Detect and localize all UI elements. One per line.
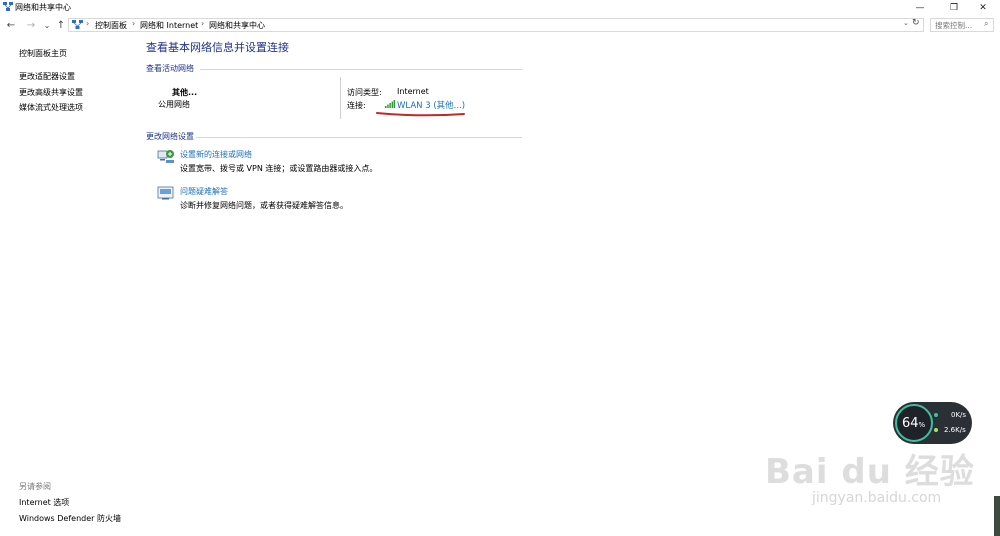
network-type: 公用网络 xyxy=(158,100,190,109)
setup-connection-desc: 设置宽带、拨号或 VPN 连接；或设置路由器或接入点。 xyxy=(180,164,378,173)
change-settings-heading: 更改网络设置 xyxy=(146,132,194,141)
divider xyxy=(196,137,522,138)
troubleshoot-link[interactable]: 问题疑难解答 xyxy=(180,186,228,197)
setup-connection-link[interactable]: 设置新的连接或网络 xyxy=(180,149,252,160)
download-speed: 2.6K/s xyxy=(944,426,966,434)
page-title: 查看基本网络信息并设置连接 xyxy=(146,41,289,54)
breadcrumb-separator: › xyxy=(132,19,136,28)
breadcrumb-separator: › xyxy=(86,19,90,28)
divider xyxy=(200,69,522,70)
upload-indicator xyxy=(934,413,938,417)
search-icon[interactable]: ⌕ xyxy=(984,19,988,29)
download-indicator xyxy=(934,428,938,432)
annotation-underline xyxy=(376,112,465,117)
upload-speed: 0K/s xyxy=(951,411,967,419)
up-button[interactable]: ↑ xyxy=(55,17,67,33)
usage-percent: 64% xyxy=(902,416,926,431)
minimize-button[interactable]: — xyxy=(903,0,937,16)
connection-label: 连接: xyxy=(347,101,366,110)
title-bar xyxy=(0,0,1000,16)
watermark-url: jingyan.baidu.com xyxy=(812,490,942,506)
see-also-heading: 另请参阅 xyxy=(19,482,51,491)
nav-control-panel-home[interactable]: 控制面板主页 xyxy=(19,48,67,59)
search-placeholder: 搜索控制... xyxy=(935,21,973,30)
edge-strip xyxy=(994,496,1000,536)
watermark-logo: Bai du 经验 xyxy=(765,452,975,492)
link-internet-options[interactable]: Internet 选项 xyxy=(19,497,69,508)
divider xyxy=(340,77,341,119)
refresh-icon[interactable]: ↻ xyxy=(912,18,920,28)
nav-change-advanced-sharing[interactable]: 更改高级共享设置 xyxy=(19,87,83,98)
troubleshoot-icon xyxy=(157,186,174,200)
network-setup-icon xyxy=(157,150,174,163)
active-networks-heading: 查看活动网络 xyxy=(146,64,194,73)
window-title: 网络和共享中心 xyxy=(15,3,71,12)
nav-media-streaming-options[interactable]: 媒体流式处理选项 xyxy=(19,102,83,113)
breadcrumb-separator: › xyxy=(201,19,205,28)
network-center-icon xyxy=(3,2,13,11)
link-windows-defender-firewall[interactable]: Windows Defender 防火墙 xyxy=(19,513,121,524)
wlan-connection-link[interactable]: WLAN 3 (其他...) xyxy=(397,99,465,111)
breadcrumb-control-panel[interactable]: 控制面板 xyxy=(95,20,127,31)
access-type-value: Internet xyxy=(397,87,429,96)
recent-locations-button[interactable]: ⌄ xyxy=(42,17,52,33)
control-panel-icon xyxy=(72,20,83,29)
network-name: 其他... xyxy=(172,88,198,97)
forward-button[interactable]: → xyxy=(24,17,38,33)
breadcrumb-network-internet[interactable]: 网络和 Internet xyxy=(140,20,198,31)
address-dropdown-button[interactable]: ⌄ xyxy=(903,19,909,27)
wifi-signal-icon xyxy=(385,100,395,108)
access-type-label: 访问类型: xyxy=(347,88,382,97)
breadcrumb-network-sharing-center[interactable]: 网络和共享中心 xyxy=(209,20,265,31)
back-button[interactable]: ← xyxy=(4,17,18,33)
close-button[interactable]: ✕ xyxy=(966,0,1000,16)
nav-change-adapter-settings[interactable]: 更改适配器设置 xyxy=(19,71,75,82)
troubleshoot-desc: 诊断并修复网络问题，或者获得疑难解答信息。 xyxy=(180,201,348,210)
